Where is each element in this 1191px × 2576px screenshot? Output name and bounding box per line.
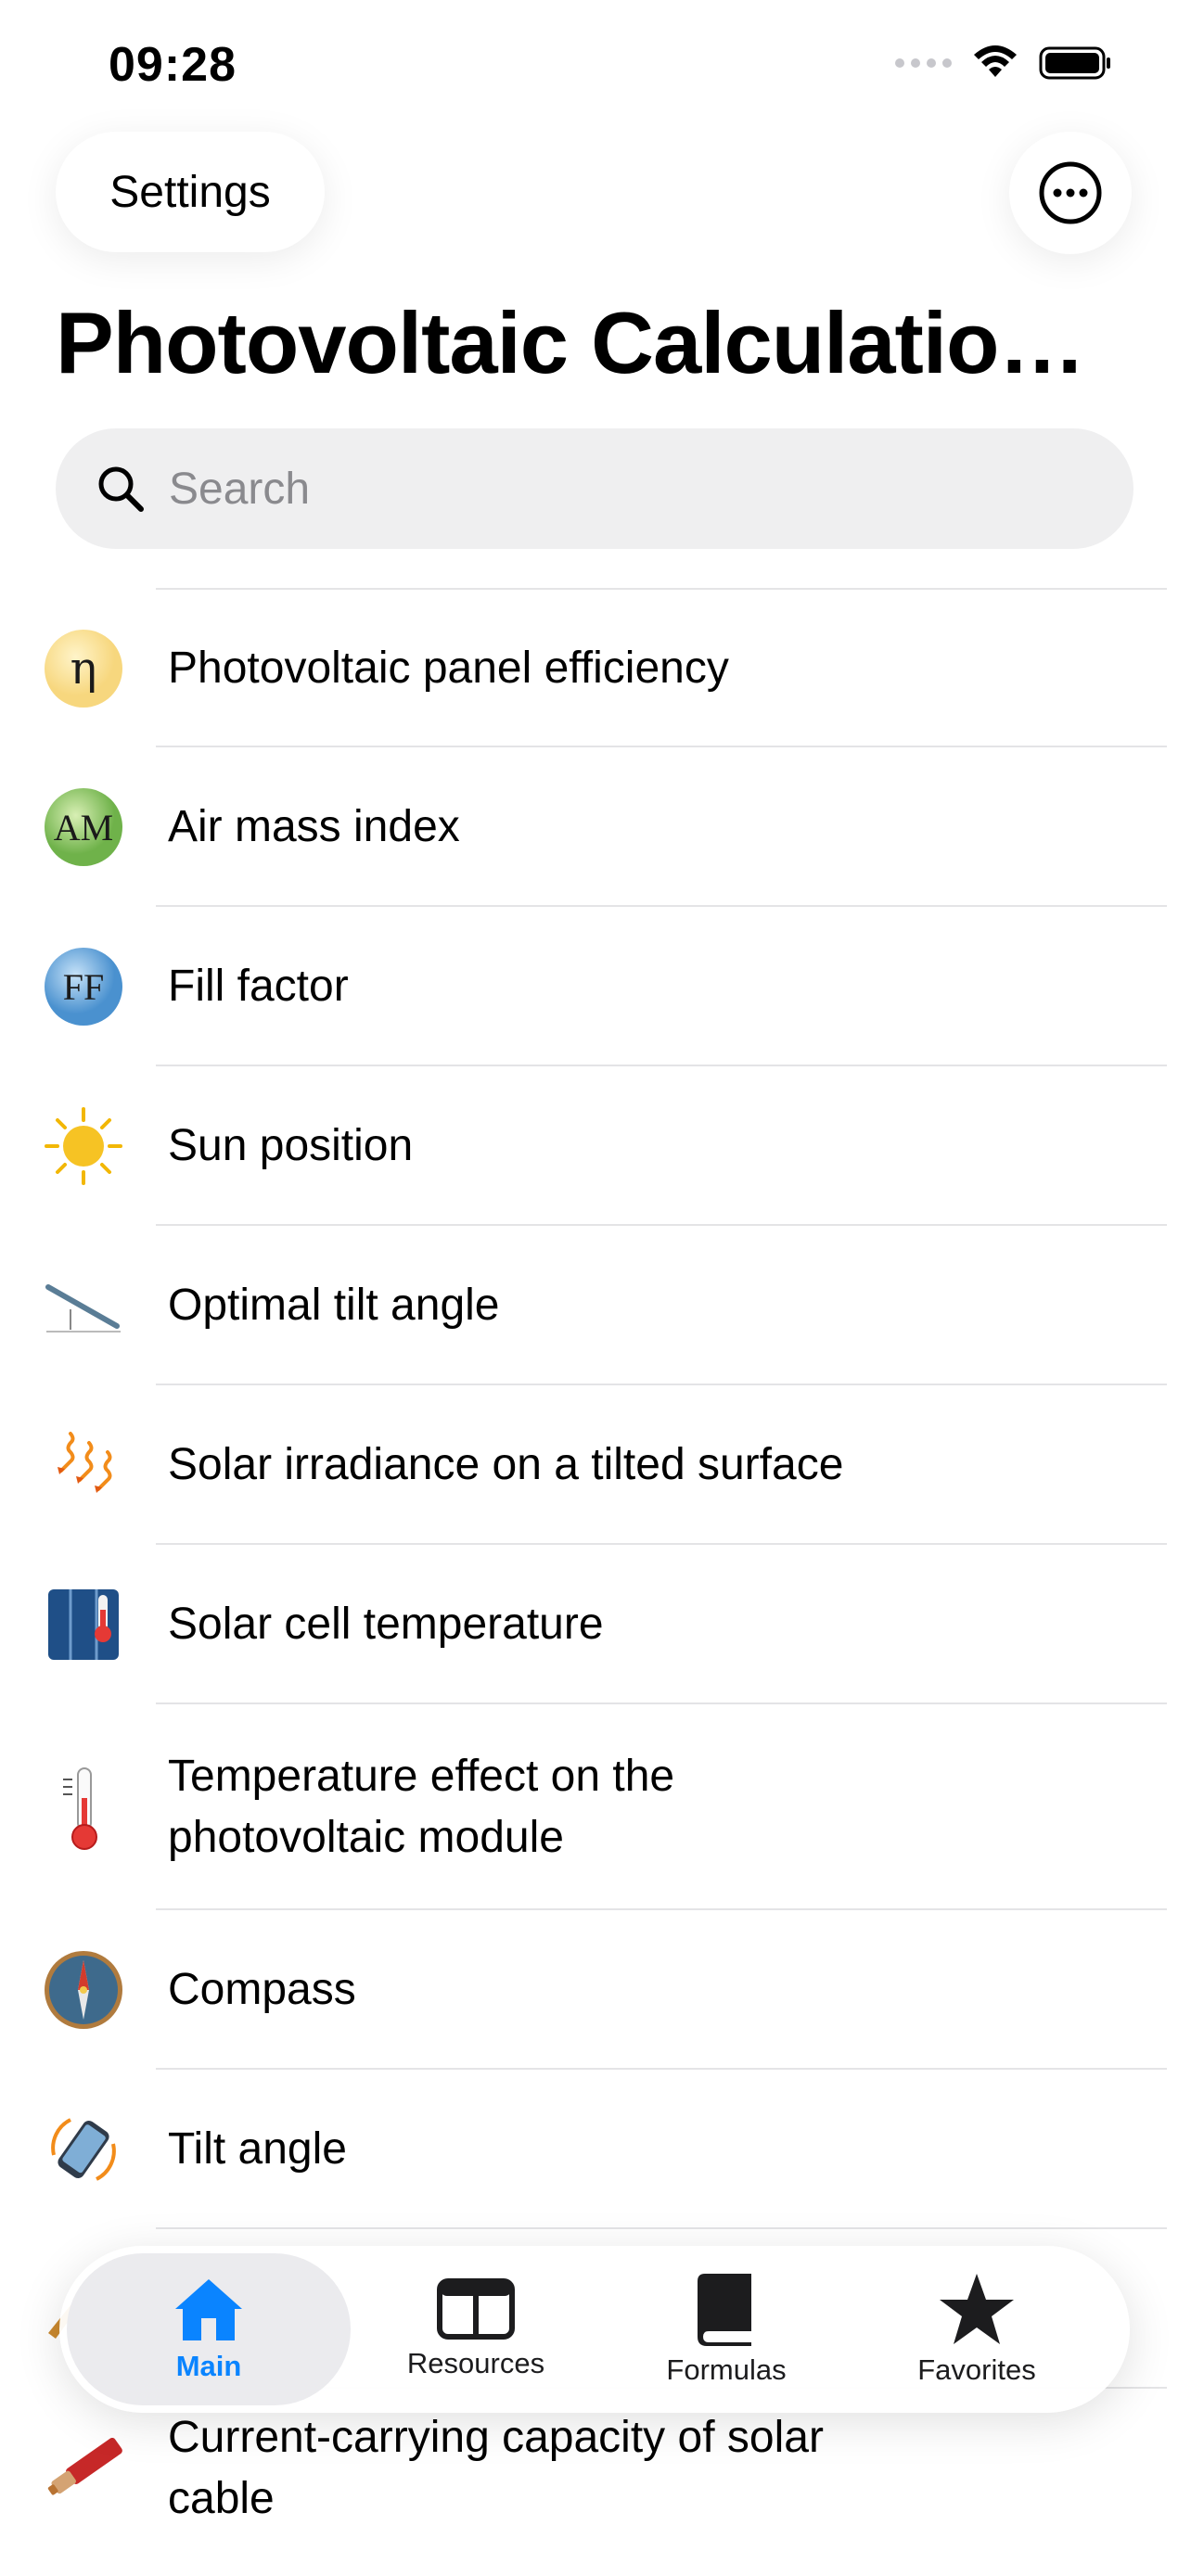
- layout-icon: [437, 2278, 515, 2340]
- house-icon: [175, 2279, 242, 2340]
- tab-label: Resources: [406, 2347, 545, 2379]
- separator: [156, 1065, 1167, 1066]
- solar-cable-icon: [43, 2428, 124, 2509]
- list-item-solar-cell-temperature[interactable]: Solar cell temperature: [0, 1543, 1191, 1704]
- separator: [156, 2227, 1167, 2229]
- list-item-label: Current-carrying capacity of solar cable: [168, 2413, 824, 2523]
- tab-main[interactable]: Main: [67, 2253, 351, 2405]
- more-options-button[interactable]: [1009, 132, 1132, 254]
- list-item-label: Tilt angle: [168, 2124, 347, 2174]
- search-icon: [93, 461, 148, 516]
- list-item-air-mass-index[interactable]: AM Air mass index: [0, 746, 1191, 907]
- list-item-optimal-tilt-angle[interactable]: Optimal tilt angle: [0, 1224, 1191, 1385]
- list-item-photovoltaic-panel-efficiency[interactable]: η Photovoltaic panel efficiency: [0, 588, 1191, 747]
- tab-label: Formulas: [666, 2353, 787, 2386]
- irradiance-icon: [43, 1424, 124, 1506]
- tab-label: Main: [175, 2350, 242, 2382]
- settings-button[interactable]: Settings: [56, 132, 325, 252]
- eta-icon-text: η: [70, 643, 97, 695]
- list-item-label: Sun position: [168, 1121, 414, 1170]
- status-bar: 09:28: [0, 0, 1191, 130]
- separator: [156, 746, 1167, 747]
- search-bar[interactable]: [56, 428, 1133, 549]
- tilt-panel-icon: [43, 1265, 124, 1346]
- list-item-solar-irradiance-tilted[interactable]: Solar irradiance on a tilted surface: [0, 1384, 1191, 1545]
- status-time: 09:28: [109, 38, 237, 92]
- separator: [156, 1543, 1167, 1545]
- separator: [156, 1908, 1167, 1910]
- air-mass-icon: AM: [43, 786, 124, 868]
- search-input[interactable]: [167, 462, 1133, 516]
- list-item-sun-position[interactable]: Sun position: [0, 1065, 1191, 1226]
- tab-formulas[interactable]: Formulas: [601, 2253, 852, 2405]
- list-item-temperature-effect[interactable]: Temperature effect on the photovoltaic m…: [0, 1702, 1191, 1910]
- wifi-icon: [974, 45, 1017, 77]
- ellipsis-circle-icon: [1039, 161, 1102, 224]
- list-item-label: Solar irradiance on a tilted surface: [168, 1440, 844, 1489]
- sun-icon: [43, 1105, 124, 1187]
- list-item-label: Optimal tilt angle: [168, 1281, 500, 1330]
- air-mass-icon-text: AM: [54, 807, 113, 848]
- tab-label: Favorites: [917, 2353, 1036, 2386]
- separator: [156, 905, 1167, 907]
- thermometer-icon: [43, 1766, 124, 1850]
- separator: [156, 588, 1167, 590]
- solar-cell-thermometer-icon: [43, 1584, 124, 1665]
- list-item-label: Temperature effect on the photovoltaic m…: [168, 1752, 675, 1862]
- separator: [156, 1224, 1167, 1226]
- list-item-label: Solar cell temperature: [168, 1600, 604, 1649]
- star-icon: [940, 2274, 1014, 2344]
- tab-resources[interactable]: Resources: [351, 2253, 601, 2405]
- tab-favorites[interactable]: Favorites: [852, 2253, 1102, 2405]
- list-item-label: Fill factor: [168, 962, 349, 1011]
- list-item-tilt-angle[interactable]: Tilt angle: [0, 2068, 1191, 2229]
- battery-icon: [1039, 46, 1110, 80]
- phone-rotate-icon: [43, 2109, 124, 2190]
- eta-icon: η: [43, 628, 124, 709]
- fill-factor-icon-text: FF: [63, 966, 105, 1008]
- page-title: Photovoltaic Calculatio…: [56, 294, 1085, 391]
- list-item-label: Photovoltaic panel efficiency: [168, 644, 729, 693]
- list-item-compass[interactable]: Compass: [0, 1908, 1191, 2070]
- cellular-signal-icon: [895, 58, 952, 68]
- separator: [156, 2068, 1167, 2070]
- separator: [156, 1384, 1167, 1385]
- compass-icon: [43, 1949, 124, 2031]
- list-item-fill-factor[interactable]: FF Fill factor: [0, 905, 1191, 1066]
- book-icon: [698, 2274, 751, 2346]
- list-item-label: Air mass index: [168, 802, 460, 851]
- list-item-label: Compass: [168, 1965, 356, 2014]
- separator: [156, 1702, 1167, 1704]
- status-icons: [895, 45, 1113, 82]
- tab-bar: Main Resources Formulas Favorites: [59, 2246, 1130, 2413]
- fill-factor-icon: FF: [43, 946, 124, 1027]
